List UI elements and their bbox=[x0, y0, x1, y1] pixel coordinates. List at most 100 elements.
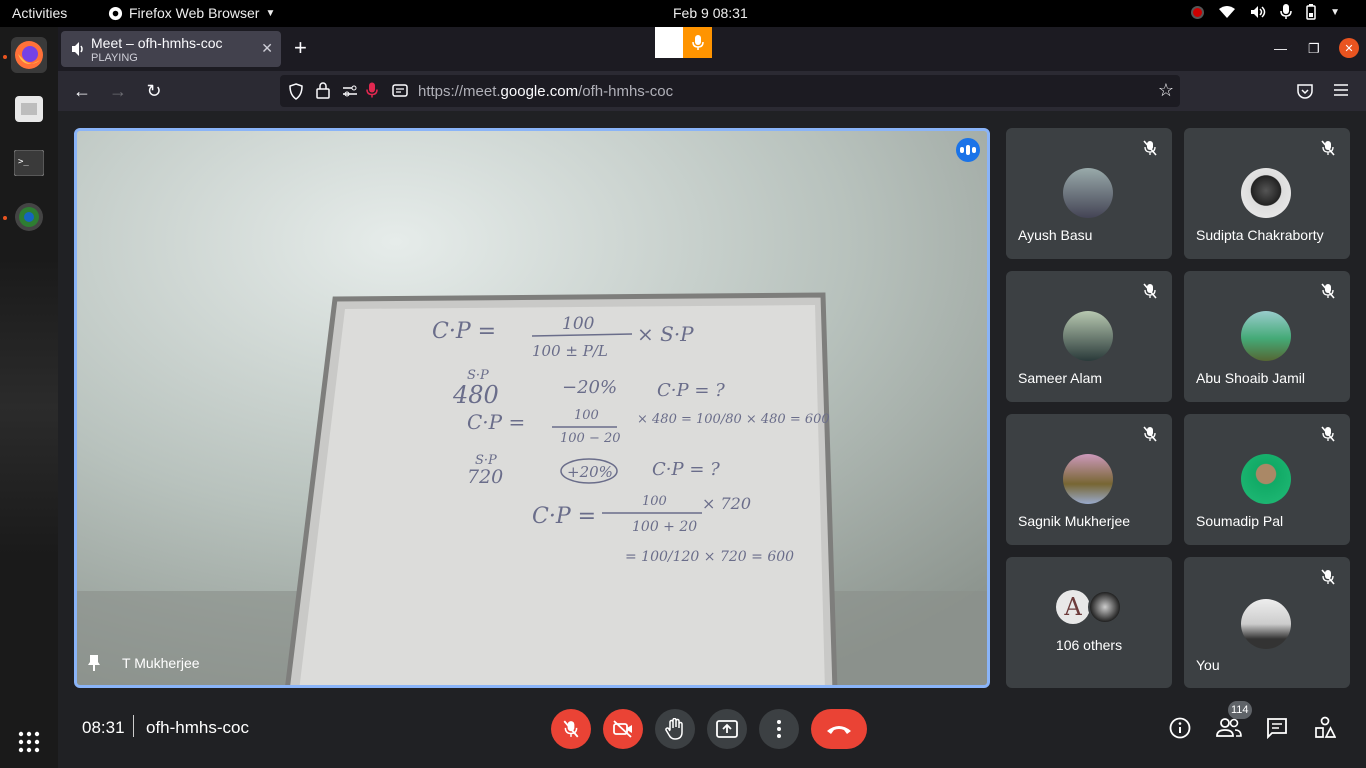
main-video-tile[interactable]: C·P = 100 100 ± P/L × S·P S·P 480 −20% C… bbox=[74, 128, 990, 688]
mic-muted-icon bbox=[1321, 140, 1335, 156]
svg-text:+20%: +20% bbox=[567, 463, 613, 481]
svg-text:× 480 = 100/80 × 480 = 600: × 480 = 100/80 × 480 = 600 bbox=[637, 412, 830, 427]
svg-text:= 100/120 × 720 = 600: = 100/120 × 720 = 600 bbox=[625, 549, 794, 565]
firefox-launcher[interactable] bbox=[11, 37, 47, 73]
url-text[interactable]: https://meet.google.com/ofh-hmhs-coc bbox=[418, 83, 673, 100]
svg-text:720: 720 bbox=[467, 466, 503, 488]
more-options-button[interactable] bbox=[759, 709, 799, 749]
avatar bbox=[1241, 454, 1291, 504]
firefox-icon bbox=[15, 41, 43, 69]
recording-icon bbox=[1191, 5, 1205, 19]
screenshot-app-launcher[interactable] bbox=[11, 199, 47, 235]
minimize-button[interactable]: — bbox=[1274, 41, 1287, 56]
participant-name: Abu Shoaib Jamil bbox=[1196, 370, 1305, 386]
svg-text:100 + 20: 100 + 20 bbox=[632, 519, 697, 535]
system-top-bar: Activities Firefox Web Browser ▼ Feb 9 0… bbox=[0, 0, 1366, 27]
terminal-launcher[interactable]: >_ bbox=[11, 145, 47, 181]
close-window-button[interactable]: ✕ bbox=[1339, 38, 1359, 58]
back-arrow-icon[interactable]: ← bbox=[71, 80, 93, 102]
system-menu-chevron-icon: ▼ bbox=[1330, 6, 1340, 18]
participant-tile[interactable]: Ayush Basu bbox=[1006, 128, 1172, 259]
new-tab-button[interactable]: + bbox=[294, 35, 307, 61]
others-avatar: A bbox=[1056, 590, 1090, 624]
forward-arrow-icon[interactable]: → bbox=[107, 80, 129, 102]
camera-toggle-button[interactable] bbox=[603, 709, 643, 749]
activities-button[interactable]: Activities bbox=[12, 5, 67, 21]
app-name: Firefox Web Browser bbox=[129, 5, 260, 21]
url-bar[interactable]: https://meet.google.com/ofh-hmhs-coc ☆ bbox=[280, 75, 1180, 107]
meeting-time: 08:31 bbox=[82, 718, 125, 737]
clock[interactable]: Feb 9 08:31 bbox=[673, 5, 748, 21]
volume-icon bbox=[1251, 6, 1266, 18]
maximize-button[interactable]: ❐ bbox=[1308, 41, 1320, 57]
phone-hangup-icon bbox=[827, 726, 851, 734]
speaker-playing-icon bbox=[72, 42, 83, 56]
show-applications-button[interactable] bbox=[11, 724, 47, 760]
files-launcher[interactable] bbox=[11, 91, 47, 127]
svg-text:C·P = ?: C·P = ? bbox=[652, 459, 720, 480]
microphone-permission-icon[interactable] bbox=[366, 82, 378, 99]
reload-icon[interactable]: ↻ bbox=[143, 80, 165, 102]
firefox-small-icon bbox=[108, 6, 123, 20]
svg-text:100: 100 bbox=[642, 494, 667, 509]
svg-text:−20%: −20% bbox=[562, 377, 617, 398]
participant-name: Ayush Basu bbox=[1018, 227, 1093, 243]
participant-tile[interactable]: Soumadip Pal bbox=[1184, 414, 1350, 545]
dock-background bbox=[0, 257, 58, 557]
camera-lens-icon bbox=[15, 203, 43, 231]
present-screen-button[interactable] bbox=[707, 709, 747, 749]
permissions-icon[interactable] bbox=[342, 84, 358, 98]
participant-name: You bbox=[1196, 657, 1220, 673]
svg-text:C·P =: C·P = bbox=[532, 504, 596, 529]
chat-icon[interactable] bbox=[1266, 717, 1288, 739]
sharing-indicator[interactable] bbox=[655, 27, 712, 58]
lock-icon[interactable] bbox=[316, 82, 330, 99]
shield-icon[interactable] bbox=[288, 83, 304, 100]
others-avatar bbox=[1088, 590, 1122, 624]
svg-text:100 ± P/L: 100 ± P/L bbox=[532, 342, 608, 360]
participant-tile[interactable]: Abu Shoaib Jamil bbox=[1184, 271, 1350, 402]
avatar bbox=[1241, 599, 1291, 649]
svg-text:100: 100 bbox=[574, 408, 599, 423]
app-menu[interactable]: Firefox Web Browser ▼ bbox=[108, 5, 275, 21]
grid-icon bbox=[18, 731, 40, 753]
running-indicator bbox=[3, 55, 7, 59]
page-info-icon[interactable] bbox=[392, 83, 408, 99]
system-tray[interactable]: ▼ bbox=[1191, 4, 1340, 20]
participant-tile[interactable]: Sudipta Chakraborty bbox=[1184, 128, 1350, 259]
camera-off-icon bbox=[613, 720, 632, 738]
hamburger-menu-icon[interactable] bbox=[1334, 84, 1348, 96]
others-tile[interactable]: A 106 others bbox=[1006, 557, 1172, 688]
svg-text:C·P =: C·P = bbox=[467, 410, 525, 434]
participant-name: Sudipta Chakraborty bbox=[1196, 227, 1324, 243]
leave-call-button[interactable] bbox=[811, 709, 867, 749]
meeting-controls-bar: 08:31 ofh-hmhs-coc 114 bbox=[58, 699, 1366, 768]
present-icon bbox=[716, 720, 738, 738]
pin-icon[interactable] bbox=[87, 654, 101, 672]
pocket-icon[interactable] bbox=[1297, 83, 1313, 99]
bookmark-star-icon[interactable]: ☆ bbox=[1158, 80, 1174, 101]
running-indicator bbox=[3, 216, 7, 220]
presenter-name: T Mukherjee bbox=[122, 655, 200, 671]
battery-icon bbox=[1306, 4, 1316, 20]
svg-text:100 − 20: 100 − 20 bbox=[560, 431, 621, 446]
chevron-down-icon: ▼ bbox=[265, 7, 276, 19]
mic-muted-icon bbox=[1321, 283, 1335, 299]
mic-muted-icon bbox=[1143, 283, 1157, 299]
raise-hand-button[interactable] bbox=[655, 709, 695, 749]
meeting-code: ofh-hmhs-coc bbox=[146, 718, 249, 737]
svg-text:× 720: × 720 bbox=[702, 494, 751, 513]
people-button[interactable]: 114 bbox=[1216, 701, 1252, 740]
close-tab-icon[interactable]: ✕ bbox=[261, 40, 273, 57]
svg-text:C·P =: C·P = bbox=[432, 319, 496, 344]
participant-tile[interactable]: Sagnik Mukherjee bbox=[1006, 414, 1172, 545]
files-icon bbox=[15, 96, 43, 122]
self-tile[interactable]: You bbox=[1184, 557, 1350, 688]
tab-title: Meet – ofh-hmhs-coc bbox=[91, 35, 223, 51]
tab-meet[interactable]: Meet – ofh-hmhs-coc PLAYING ✕ bbox=[61, 31, 281, 67]
info-icon[interactable] bbox=[1169, 717, 1191, 739]
participant-tile[interactable]: Sameer Alam bbox=[1006, 271, 1172, 402]
activities-shapes-icon[interactable] bbox=[1314, 716, 1336, 740]
microphone-toggle-button[interactable] bbox=[551, 709, 591, 749]
participant-name: Sameer Alam bbox=[1018, 370, 1103, 386]
